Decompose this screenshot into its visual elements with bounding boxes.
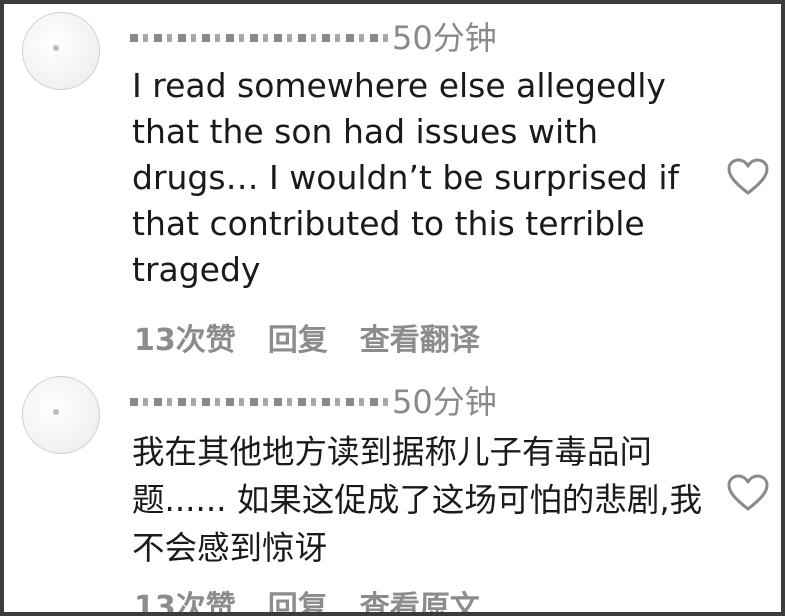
comment-text: I read somewhere else allegedly that the… [132,66,680,289]
likes-count[interactable]: 13次赞 [134,582,236,612]
heart-outline-icon[interactable] [727,474,769,512]
heart-outline-icon[interactable] [727,158,769,196]
comments-panel: 50分钟 I read somewhere else allegedly tha… [0,0,785,616]
translate-link[interactable]: 查看翻译 [360,315,480,359]
comment-actions: 13次赞 回复 查看翻译 [134,315,480,359]
comment-text: 我在其他地方读到据称儿子有毒品问题...... 如果这促成了这场可怕的悲剧,我不… [132,433,703,567]
avatar[interactable] [22,376,100,454]
comment-header: 50分钟 [130,18,497,58]
original-text-link[interactable]: 查看原文 [360,582,480,612]
likes-count[interactable]: 13次赞 [134,315,236,359]
avatar[interactable] [22,12,100,90]
reply-link[interactable]: 回复 [268,315,328,359]
comment-time: 50分钟 [392,383,497,421]
username-redacted[interactable] [130,398,388,406]
comment-actions: 13次赞 回复 查看原文 [134,582,480,612]
reply-link[interactable]: 回复 [268,582,328,612]
comment-header: 50分钟 [130,382,497,422]
username-redacted[interactable] [130,34,388,42]
comment-time: 50分钟 [392,19,497,57]
